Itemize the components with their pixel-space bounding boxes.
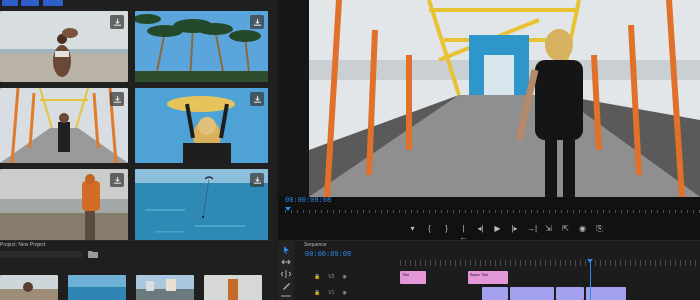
go-to-in-button[interactable]: |← xyxy=(459,224,468,242)
download-icon xyxy=(253,95,261,103)
stock-thumb-bridge-walk[interactable] xyxy=(0,88,128,163)
track-select-tool-icon[interactable] xyxy=(281,258,291,266)
ripple-edit-tool-icon[interactable] xyxy=(281,270,291,278)
program-timecode[interactable]: 00:00:09:08 xyxy=(285,197,331,205)
download-icon xyxy=(253,18,261,26)
filter-tag[interactable] xyxy=(43,0,63,6)
stock-thumb-surfer-board[interactable] xyxy=(135,88,268,163)
tools-panel xyxy=(278,240,294,300)
download-icon xyxy=(253,176,261,184)
timeline-clip[interactable]: Title xyxy=(400,271,426,284)
scrubber-playhead[interactable] xyxy=(285,207,291,211)
timeline-panel: Sequence 00:00:09:08 🔒 V2 ◉ Title Basic … xyxy=(296,240,700,300)
add-marker-button[interactable]: ▾ xyxy=(408,224,417,233)
mark-out-button[interactable]: } xyxy=(442,224,451,233)
timeline-clip[interactable] xyxy=(510,287,554,300)
time-ruler[interactable] xyxy=(400,260,700,266)
stock-thumb-couple-beach[interactable] xyxy=(0,11,128,82)
program-monitor: 00:00:09:08 ▾ { } |← ◂| ▶ |▸ →| ⇲ ⇱ ◉ ⎘ xyxy=(278,0,700,242)
timeline-playhead[interactable] xyxy=(587,259,593,300)
selection-tool-icon[interactable] xyxy=(281,246,291,254)
slip-tool-icon[interactable] xyxy=(281,292,291,300)
new-bin-icon[interactable] xyxy=(88,250,98,258)
lock-icon[interactable]: 🔒 xyxy=(314,290,320,296)
filter-tag[interactable] xyxy=(21,0,39,6)
eye-icon[interactable]: ◉ xyxy=(342,290,346,296)
stock-thumb-beach-runner[interactable] xyxy=(0,169,128,240)
step-forward-button[interactable]: |▸ xyxy=(510,224,519,233)
project-item-thumb[interactable] xyxy=(136,275,194,300)
clip-label: Basic Title xyxy=(470,272,489,277)
project-search-input[interactable] xyxy=(0,251,82,258)
scrubber-ticks xyxy=(285,210,700,213)
download-icon xyxy=(113,95,121,103)
download-button[interactable] xyxy=(110,15,124,29)
monitor-margin xyxy=(278,0,309,197)
download-button[interactable] xyxy=(250,173,264,187)
project-item-thumb[interactable] xyxy=(0,275,58,300)
download-button[interactable] xyxy=(110,92,124,106)
track-label[interactable]: V2 xyxy=(328,274,334,280)
project-panel-title[interactable]: Project: New Project xyxy=(0,242,45,248)
lock-icon[interactable]: 🔒 xyxy=(314,274,320,280)
play-button[interactable]: ▶ xyxy=(493,224,502,233)
track-header: 🔒 V2 ◉ xyxy=(314,274,347,280)
timeline-clip[interactable] xyxy=(586,287,626,300)
stock-thumb-palm-trees[interactable] xyxy=(135,11,268,82)
project-item-thumb[interactable] xyxy=(68,275,126,300)
transport-controls: ▾ { } |← ◂| ▶ |▸ →| ⇲ ⇱ ◉ ⎘ xyxy=(408,222,604,242)
download-button[interactable] xyxy=(250,15,264,29)
mark-in-button[interactable]: { xyxy=(425,224,434,233)
step-back-button[interactable]: ◂| xyxy=(476,224,485,233)
sequence-tab[interactable]: Sequence xyxy=(304,242,327,248)
lift-button[interactable]: ⇲ xyxy=(544,224,553,233)
filter-tag[interactable] xyxy=(2,0,18,6)
filter-tags xyxy=(0,0,275,6)
eye-icon[interactable]: ◉ xyxy=(342,274,346,280)
track-v1: 🔒 V1 ◉ xyxy=(296,287,700,300)
clip-label: Title xyxy=(402,272,410,277)
timeline-clip[interactable]: Basic Title xyxy=(468,271,508,284)
download-button[interactable] xyxy=(250,92,264,106)
project-item-thumb[interactable] xyxy=(204,275,262,300)
program-video-frame[interactable] xyxy=(309,0,700,197)
track-header: 🔒 V1 ◉ xyxy=(314,290,347,296)
stock-thumb-kite-ocean[interactable] xyxy=(135,169,268,240)
project-panel: Project: New Project xyxy=(0,240,275,300)
go-to-out-button[interactable]: →| xyxy=(527,224,537,233)
stock-media-panel xyxy=(0,0,275,240)
premiere-workspace: 00:00:09:08 ▾ { } |← ◂| ▶ |▸ →| ⇲ ⇱ ◉ ⎘ … xyxy=(0,0,700,300)
timeline-clip[interactable] xyxy=(556,287,584,300)
program-scrubber[interactable] xyxy=(285,207,700,213)
download-icon xyxy=(113,18,121,26)
razor-tool-icon[interactable] xyxy=(281,282,291,290)
download-icon xyxy=(113,176,121,184)
timeline-timecode[interactable]: 00:00:09:08 xyxy=(305,251,351,259)
track-label[interactable]: V1 xyxy=(328,290,334,296)
download-button[interactable] xyxy=(110,173,124,187)
export-frame-button[interactable]: ◉ xyxy=(578,224,587,233)
track-v2: 🔒 V2 ◉ Title Basic Title xyxy=(296,271,700,284)
comparison-view-button[interactable]: ⎘ xyxy=(595,224,604,233)
timeline-clip[interactable] xyxy=(482,287,508,300)
extract-button[interactable]: ⇱ xyxy=(561,224,570,233)
